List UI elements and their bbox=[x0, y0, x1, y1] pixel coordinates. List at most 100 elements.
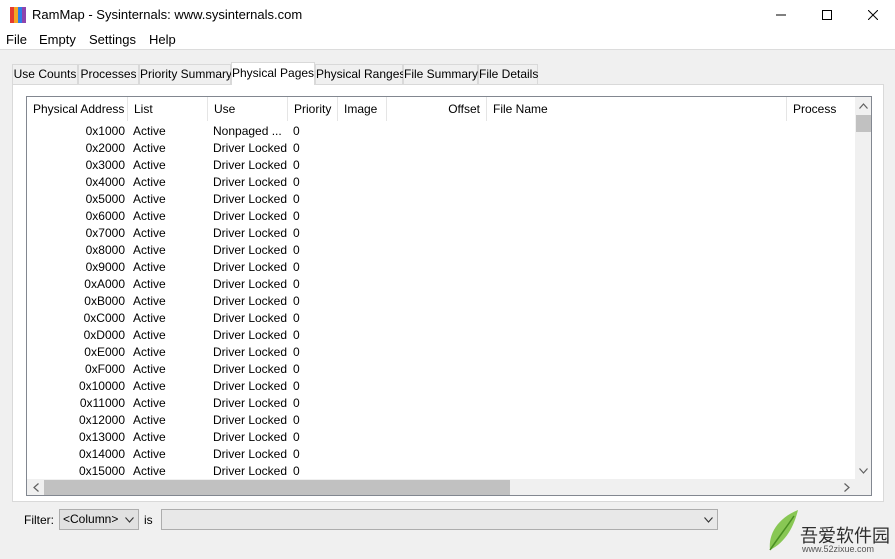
table-row[interactable]: 0x10000 Active Driver Locked 0 bbox=[27, 378, 855, 395]
cell-priority: 0 bbox=[293, 243, 300, 257]
column-header-priority[interactable]: Priority bbox=[288, 97, 338, 121]
column-header-use[interactable]: Use bbox=[208, 97, 288, 121]
cell-list: Active bbox=[133, 192, 166, 206]
cell-use: Nonpaged ... bbox=[213, 124, 282, 138]
table-row[interactable]: 0xC000 Active Driver Locked 0 bbox=[27, 310, 855, 327]
horizontal-scrollbar[interactable] bbox=[27, 479, 855, 495]
chevron-down-icon bbox=[859, 467, 868, 474]
table-row[interactable]: 0xF000 Active Driver Locked 0 bbox=[27, 361, 855, 378]
physical-pages-panel: Physical Address List Use Priority Image… bbox=[12, 84, 884, 502]
menu-help[interactable]: Help bbox=[149, 32, 176, 47]
cell-priority: 0 bbox=[293, 158, 300, 172]
table-row[interactable]: 0xD000 Active Driver Locked 0 bbox=[27, 327, 855, 344]
cell-physical-address: 0xD000 bbox=[83, 328, 125, 342]
vertical-scrollbar[interactable] bbox=[855, 97, 871, 479]
scroll-down-button[interactable] bbox=[855, 462, 871, 479]
maximize-button[interactable] bbox=[804, 0, 850, 30]
menu-file[interactable]: File bbox=[6, 32, 27, 47]
column-header-image[interactable]: Image bbox=[338, 97, 387, 121]
cell-priority: 0 bbox=[293, 175, 300, 189]
cell-use: Driver Locked bbox=[213, 175, 287, 189]
table-row[interactable]: 0x11000 Active Driver Locked 0 bbox=[27, 395, 855, 412]
scroll-right-button[interactable] bbox=[838, 479, 855, 495]
cell-list: Active bbox=[133, 311, 166, 325]
cell-priority: 0 bbox=[293, 379, 300, 393]
tab-use-counts[interactable]: Use Counts bbox=[12, 64, 78, 84]
cell-priority: 0 bbox=[293, 464, 300, 478]
cell-use: Driver Locked bbox=[213, 158, 287, 172]
cell-physical-address: 0x3000 bbox=[85, 158, 125, 172]
cell-use: Driver Locked bbox=[213, 413, 287, 427]
cell-use: Driver Locked bbox=[213, 277, 287, 291]
tab-priority-summary[interactable]: Priority Summary bbox=[139, 64, 232, 84]
scroll-left-button[interactable] bbox=[27, 479, 44, 495]
cell-use: Driver Locked bbox=[213, 141, 287, 155]
cell-list: Active bbox=[133, 141, 166, 155]
table-row[interactable]: 0x6000 Active Driver Locked 0 bbox=[27, 208, 855, 225]
menu-empty[interactable]: Empty bbox=[39, 32, 76, 47]
table-row[interactable]: 0x15000 Active Driver Locked 0 bbox=[27, 463, 855, 480]
cell-priority: 0 bbox=[293, 328, 300, 342]
table-row[interactable]: 0x2000 Active Driver Locked 0 bbox=[27, 140, 855, 157]
table-row[interactable]: 0x9000 Active Driver Locked 0 bbox=[27, 259, 855, 276]
cell-list: Active bbox=[133, 362, 166, 376]
close-icon bbox=[868, 10, 878, 20]
cell-priority: 0 bbox=[293, 209, 300, 223]
minimize-button[interactable] bbox=[758, 0, 804, 30]
cell-list: Active bbox=[133, 396, 166, 410]
scroll-up-button[interactable] bbox=[855, 97, 871, 114]
cell-use: Driver Locked bbox=[213, 260, 287, 274]
cell-list: Active bbox=[133, 294, 166, 308]
column-header-file-name[interactable]: File Name bbox=[487, 97, 787, 121]
filter-column-dropdown[interactable]: <Column> bbox=[59, 509, 139, 530]
cell-physical-address: 0xF000 bbox=[84, 362, 125, 376]
tab-file-summary[interactable]: File Summary bbox=[403, 64, 478, 84]
table-row[interactable]: 0x5000 Active Driver Locked 0 bbox=[27, 191, 855, 208]
column-header-offset[interactable]: Offset bbox=[387, 97, 487, 121]
cell-priority: 0 bbox=[293, 192, 300, 206]
dropdown-arrow-icon bbox=[701, 513, 715, 527]
cell-priority: 0 bbox=[293, 413, 300, 427]
cell-list: Active bbox=[133, 430, 166, 444]
menu-settings[interactable]: Settings bbox=[89, 32, 136, 47]
cell-priority: 0 bbox=[293, 345, 300, 359]
close-button[interactable] bbox=[850, 0, 895, 30]
table-row[interactable]: 0xE000 Active Driver Locked 0 bbox=[27, 344, 855, 361]
horizontal-scroll-thumb[interactable] bbox=[44, 480, 510, 495]
table-row[interactable]: 0x13000 Active Driver Locked 0 bbox=[27, 429, 855, 446]
maximize-icon bbox=[822, 10, 832, 20]
cell-list: Active bbox=[133, 209, 166, 223]
cell-use: Driver Locked bbox=[213, 362, 287, 376]
table-row[interactable]: 0x1000 Active Nonpaged ... 0 bbox=[27, 123, 855, 140]
table-row[interactable]: 0x7000 Active Driver Locked 0 bbox=[27, 225, 855, 242]
table-row[interactable]: 0xA000 Active Driver Locked 0 bbox=[27, 276, 855, 293]
column-header-list[interactable]: List bbox=[128, 97, 208, 121]
table-row[interactable]: 0x8000 Active Driver Locked 0 bbox=[27, 242, 855, 259]
cell-list: Active bbox=[133, 379, 166, 393]
cell-use: Driver Locked bbox=[213, 345, 287, 359]
cell-list: Active bbox=[133, 243, 166, 257]
cell-list: Active bbox=[133, 464, 166, 478]
cell-physical-address: 0x15000 bbox=[78, 464, 125, 478]
title-bar: RamMap - Sysinternals: www.sysinternals.… bbox=[0, 0, 895, 30]
filter-value-combobox[interactable] bbox=[161, 509, 718, 530]
cell-priority: 0 bbox=[293, 260, 300, 274]
table-row[interactable]: 0x14000 Active Driver Locked 0 bbox=[27, 446, 855, 463]
physical-pages-list[interactable]: Physical Address List Use Priority Image… bbox=[26, 96, 872, 496]
tab-file-details[interactable]: File Details bbox=[478, 64, 538, 84]
tab-processes[interactable]: Processes bbox=[78, 64, 139, 84]
cell-physical-address: 0xE000 bbox=[84, 345, 125, 359]
table-row[interactable]: 0x4000 Active Driver Locked 0 bbox=[27, 174, 855, 191]
tab-physical-pages[interactable]: Physical Pages bbox=[231, 62, 315, 85]
column-header-process[interactable]: Process bbox=[787, 97, 855, 121]
cell-list: Active bbox=[133, 175, 166, 189]
cell-list: Active bbox=[133, 158, 166, 172]
cell-use: Driver Locked bbox=[213, 243, 287, 257]
table-row[interactable]: 0xB000 Active Driver Locked 0 bbox=[27, 293, 855, 310]
column-header-physical-address[interactable]: Physical Address bbox=[27, 97, 128, 121]
tab-physical-ranges[interactable]: Physical Ranges bbox=[315, 64, 405, 84]
cell-physical-address: 0x1000 bbox=[85, 124, 125, 138]
table-row[interactable]: 0x12000 Active Driver Locked 0 bbox=[27, 412, 855, 429]
vertical-scroll-thumb[interactable] bbox=[856, 115, 871, 132]
table-row[interactable]: 0x3000 Active Driver Locked 0 bbox=[27, 157, 855, 174]
